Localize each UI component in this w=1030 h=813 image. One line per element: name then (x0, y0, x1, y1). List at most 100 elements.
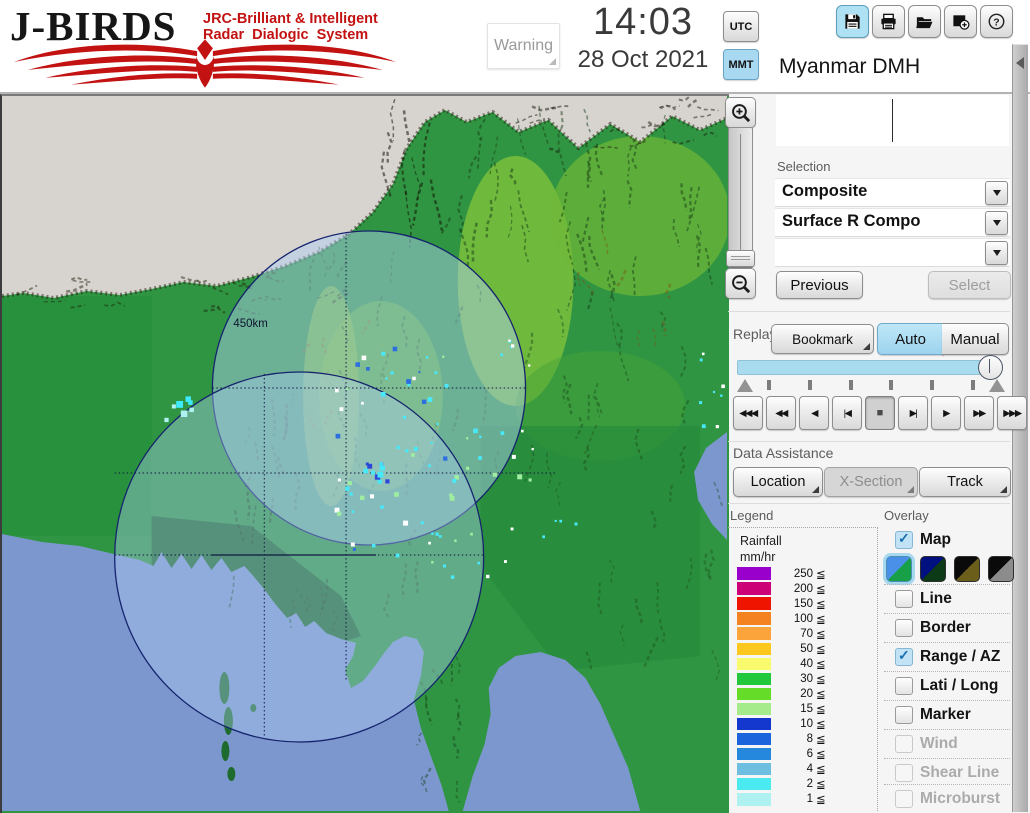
overlay-map-checkbox[interactable] (895, 530, 913, 549)
legend-swatch (737, 687, 771, 701)
step-backward-button[interactable]: |◀ (832, 396, 862, 430)
magnifier-plus-icon (731, 103, 750, 122)
map-style-blue-green-button[interactable] (886, 556, 912, 582)
bookmark-button[interactable]: Bookmark (771, 324, 874, 354)
track-button[interactable]: Track (919, 467, 1011, 497)
map-style-navy-darkgreen-button[interactable] (920, 556, 946, 582)
timeline-ticks (767, 380, 975, 390)
range-end-marker[interactable] (989, 379, 1005, 392)
overlay-range-az-row: Range / AZ (884, 646, 1012, 668)
legend-row: 20 ≦ (737, 687, 867, 701)
location-button[interactable]: Location (733, 467, 823, 497)
dropdown-product[interactable]: Surface R Compo (775, 208, 1010, 237)
dropdown-extra[interactable] (775, 238, 1010, 267)
legend-row: 6 ≦ (737, 747, 867, 761)
overlay-label: Overlay (884, 508, 929, 523)
svg-text:?: ? (993, 17, 999, 28)
range-ring-label: 450km (233, 318, 267, 330)
overlay-lati-long-label: Lati / Long (920, 677, 999, 694)
manual-mode-button[interactable]: Manual (942, 323, 1009, 355)
overlay-line-row: Line (884, 588, 1012, 610)
overlay-range-az-label: Range / AZ (920, 648, 1001, 665)
data-assistance-label: Data Assistance (733, 445, 834, 461)
map-ne-highlands (550, 136, 727, 296)
legend-swatch (737, 567, 771, 580)
auto-mode-button[interactable]: Auto (877, 323, 944, 355)
jump-first-button[interactable]: ◀◀◀ (733, 396, 763, 430)
replay-timeline-track[interactable] (737, 360, 991, 375)
overlay-line-checkbox[interactable] (895, 590, 913, 608)
x-section-button[interactable]: X-Section (824, 467, 918, 497)
legend-row: 200 ≦ (737, 582, 867, 596)
legend-swatch (737, 642, 771, 655)
overlay-microburst-checkbox (895, 790, 913, 808)
clock-time: 14:03 (592, 1, 694, 43)
legend-row: 30 ≦ (737, 672, 867, 686)
range-start-marker[interactable] (737, 379, 753, 392)
zoom-slider-line (740, 134, 741, 252)
chevron-down-icon[interactable] (985, 181, 1008, 205)
play-forward-button[interactable]: ▶ (931, 396, 961, 430)
map-style-black-olive-button[interactable] (954, 556, 980, 582)
overlay-lati-long-checkbox[interactable] (895, 677, 913, 695)
overlay-range-az-checkbox[interactable] (895, 647, 913, 666)
radar-map[interactable]: 450km (0, 94, 729, 813)
mmt-button[interactable]: MMT (723, 49, 759, 80)
stop-button[interactable]: ■ (865, 396, 895, 430)
legend-row: 150 ≦ (737, 597, 867, 611)
warning-button[interactable]: Warning (487, 23, 560, 69)
status-area (776, 95, 1009, 146)
warning-label: Warning (494, 37, 553, 54)
save-icon (843, 12, 862, 31)
legend-value: 70 (800, 627, 813, 640)
overlay-line-label: Line (920, 590, 952, 607)
overlay-marker-checkbox[interactable] (895, 706, 913, 724)
map-zoom-slider-track[interactable] (728, 127, 753, 268)
toolbar: ? (836, 5, 1013, 38)
map-zoom-in-button[interactable] (725, 97, 756, 128)
legend-value: 15 (800, 702, 813, 715)
legend-row: 15 ≦ (737, 702, 867, 716)
dropdown-composite[interactable]: Composite (775, 178, 1010, 207)
legend-unit: mm/hr (740, 550, 776, 564)
map-style-black-gray-button[interactable] (988, 556, 1014, 582)
legend-suffix: ≦ (816, 764, 826, 777)
overlay-border-checkbox[interactable] (895, 619, 913, 637)
timeline-tick (848, 380, 853, 390)
step-forward-button[interactable]: ▶| (898, 396, 928, 430)
legend-value: 30 (800, 672, 813, 685)
play-backward-button[interactable]: ◀ (799, 396, 829, 430)
playback-controls: ◀◀◀ ◀◀ ◀ |◀ ■ ▶| ▶ ▶▶ ▶▶▶ (733, 396, 1027, 430)
timeline-tick (807, 380, 812, 390)
chevron-down-icon[interactable] (985, 211, 1008, 235)
chevron-down-icon[interactable] (985, 241, 1008, 265)
legend-value: 4 (806, 763, 813, 776)
map-zoom-out-button[interactable] (725, 268, 756, 299)
map-graphic: 450km (2, 96, 727, 811)
timeline-tick (889, 380, 894, 390)
tagline-line1: JRC-Brilliant & Intelligent (203, 11, 378, 27)
timeline-tick (970, 380, 975, 390)
save-button[interactable] (836, 5, 869, 38)
utc-button[interactable]: UTC (723, 11, 759, 42)
open-file-button[interactable] (908, 5, 941, 38)
overlay-microburst-row: Microburst (884, 788, 1012, 810)
jump-last-button[interactable]: ▶▶▶ (997, 396, 1027, 430)
print-button[interactable] (872, 5, 905, 38)
select-button[interactable]: Select (928, 271, 1011, 299)
help-button[interactable]: ? (980, 5, 1013, 38)
station-name: Myanmar DMH (779, 55, 921, 78)
previous-button[interactable]: Previous (776, 271, 863, 299)
add-image-button[interactable] (944, 5, 977, 38)
map-zoom-slider-thumb[interactable] (726, 250, 755, 267)
legend-value: 6 (806, 748, 813, 761)
legend-swatch (737, 762, 771, 776)
overlay-wind-checkbox (895, 735, 913, 753)
legend-swatch (737, 597, 771, 610)
legend-swatch (737, 672, 771, 686)
fast-rewind-button[interactable]: ◀◀ (766, 396, 796, 430)
fast-forward-button[interactable]: ▶▶ (964, 396, 994, 430)
legend-swatch (737, 732, 771, 746)
map-style-row (886, 556, 1014, 582)
replay-tick-row (737, 377, 1005, 393)
